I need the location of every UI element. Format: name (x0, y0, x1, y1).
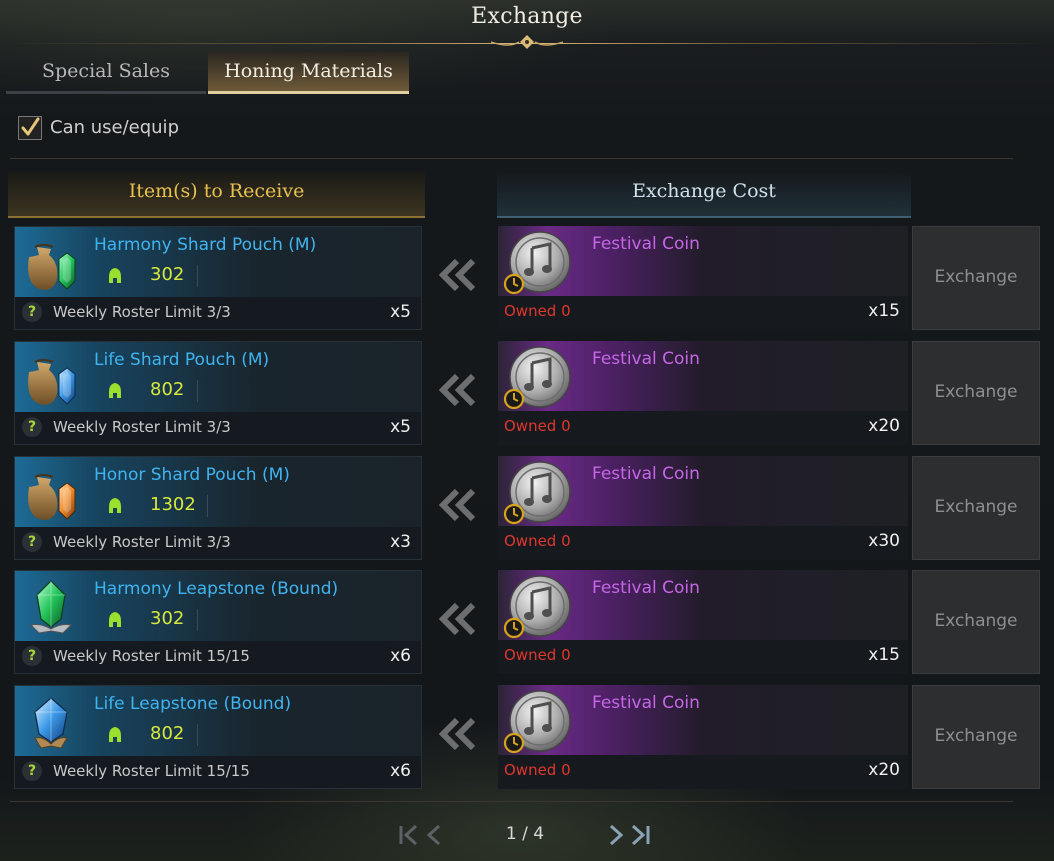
help-question-icon[interactable]: ? (22, 417, 42, 437)
item-level-helmet-icon (109, 612, 121, 627)
cost-card: Festival Coin Owned 0 x20 (498, 685, 908, 789)
item-card[interactable]: Harmony Leapstone (Bound) 302 ? Weekly R… (14, 570, 422, 674)
cost-card: Festival Coin Owned 0 x15 (498, 570, 908, 674)
harmony-shard-pouch-icon (28, 244, 76, 290)
item-level-helmet-icon (109, 498, 121, 513)
level-separator (197, 609, 198, 631)
window-title: Exchange (471, 4, 583, 29)
weekly-roster-limit: Weekly Roster Limit 15/15 (53, 762, 250, 780)
item-name: Life Leapstone (Bound) (94, 694, 292, 714)
level-separator (207, 495, 208, 517)
cost-currency-name: Festival Coin (592, 693, 700, 713)
owned-count: Owned 0 (504, 646, 571, 664)
cost-quantity: x20 (868, 416, 900, 436)
receive-quantity: x6 (390, 761, 411, 781)
item-level-value: 302 (150, 608, 185, 629)
cost-currency-name: Festival Coin (592, 349, 700, 369)
item-card[interactable]: Honor Shard Pouch (M) 1302 ? Weekly Rost… (14, 456, 422, 560)
honor-shard-pouch-icon (28, 474, 76, 520)
item-level-value: 1302 (150, 494, 196, 515)
cost-quantity: x20 (868, 760, 900, 780)
life-shard-pouch-icon (28, 359, 76, 405)
double-chevron-left-icon (438, 258, 476, 292)
title-ornament-icon (490, 35, 564, 49)
exchange-button[interactable]: Exchange (912, 226, 1040, 330)
receive-quantity: x5 (390, 417, 411, 437)
weekly-roster-limit: Weekly Roster Limit 3/3 (53, 303, 231, 321)
items-to-receive-header: Item(s) to Receive (8, 172, 425, 218)
item-name: Harmony Leapstone (Bound) (94, 579, 339, 599)
owned-count: Owned 0 (504, 302, 571, 320)
item-level-value: 302 (150, 264, 185, 285)
owned-count: Owned 0 (504, 417, 571, 435)
double-chevron-left-icon (438, 717, 476, 751)
can-use-equip-label: Can use/equip (50, 117, 179, 138)
help-question-icon[interactable]: ? (22, 302, 42, 322)
cost-card: Festival Coin Owned 0 x30 (498, 456, 908, 560)
exchange-button[interactable]: Exchange (912, 685, 1040, 789)
item-name: Honor Shard Pouch (M) (94, 465, 290, 485)
can-use-equip-checkbox[interactable] (18, 116, 42, 140)
weekly-roster-limit: Weekly Roster Limit 15/15 (53, 647, 250, 665)
tab-honing-materials[interactable]: Honing Materials (208, 52, 409, 94)
harmony-leapstone-icon (29, 580, 73, 634)
item-level-value: 802 (150, 379, 185, 400)
festival-coin-icon (503, 690, 571, 754)
owned-count: Owned 0 (504, 761, 571, 779)
item-name: Life Shard Pouch (M) (94, 350, 270, 370)
item-level-helmet-icon (109, 383, 121, 398)
festival-coin-icon (503, 575, 571, 639)
list-bottom-divider (10, 801, 1013, 802)
receive-quantity: x5 (390, 302, 411, 322)
checkmark-icon (21, 117, 40, 136)
item-level-value: 802 (150, 723, 185, 744)
item-card[interactable]: Life Shard Pouch (M) 802 ? Weekly Roster… (14, 341, 422, 445)
receive-quantity: x3 (390, 532, 411, 552)
exchange-button[interactable]: Exchange (912, 570, 1040, 674)
festival-coin-icon (503, 346, 571, 410)
cost-card: Festival Coin Owned 0 x20 (498, 341, 908, 445)
cost-quantity: x15 (868, 645, 900, 665)
weekly-roster-limit: Weekly Roster Limit 3/3 (53, 418, 231, 436)
help-question-icon[interactable]: ? (22, 761, 42, 781)
next-page-icon[interactable] (606, 822, 626, 848)
tab-special-sales[interactable]: Special Sales (6, 52, 206, 94)
item-level-helmet-icon (109, 268, 121, 283)
level-separator (197, 380, 198, 402)
double-chevron-left-icon (438, 602, 476, 636)
previous-page-icon[interactable] (424, 822, 444, 848)
first-page-icon[interactable] (398, 822, 422, 848)
level-separator (197, 724, 198, 746)
festival-coin-icon (503, 461, 571, 525)
festival-coin-icon (503, 231, 571, 295)
cost-quantity: x30 (868, 531, 900, 551)
cost-card: Festival Coin Owned 0 x15 (498, 226, 908, 330)
help-question-icon[interactable]: ? (22, 646, 42, 666)
exchange-button[interactable]: Exchange (912, 341, 1040, 445)
filter-divider (10, 158, 1013, 159)
double-chevron-left-icon (438, 488, 476, 522)
level-separator (197, 265, 198, 287)
double-chevron-left-icon (438, 373, 476, 407)
help-question-icon[interactable]: ? (22, 532, 42, 552)
item-card[interactable]: Harmony Shard Pouch (M) 302 ? Weekly Ros… (14, 226, 422, 330)
item-level-helmet-icon (109, 727, 121, 742)
cost-currency-name: Festival Coin (592, 464, 700, 484)
item-card[interactable]: Life Leapstone (Bound) 802 ? Weekly Rost… (14, 685, 422, 789)
exchange-cost-header: Exchange Cost (497, 172, 911, 218)
page-indicator: 1 / 4 (505, 824, 545, 844)
cost-currency-name: Festival Coin (592, 234, 700, 254)
life-leapstone-icon (34, 697, 68, 749)
item-name: Harmony Shard Pouch (M) (94, 235, 317, 255)
cost-currency-name: Festival Coin (592, 578, 700, 598)
weekly-roster-limit: Weekly Roster Limit 3/3 (53, 533, 231, 551)
receive-quantity: x6 (390, 646, 411, 666)
exchange-button[interactable]: Exchange (912, 456, 1040, 560)
cost-quantity: x15 (868, 301, 900, 321)
owned-count: Owned 0 (504, 532, 571, 550)
last-page-icon[interactable] (628, 822, 652, 848)
